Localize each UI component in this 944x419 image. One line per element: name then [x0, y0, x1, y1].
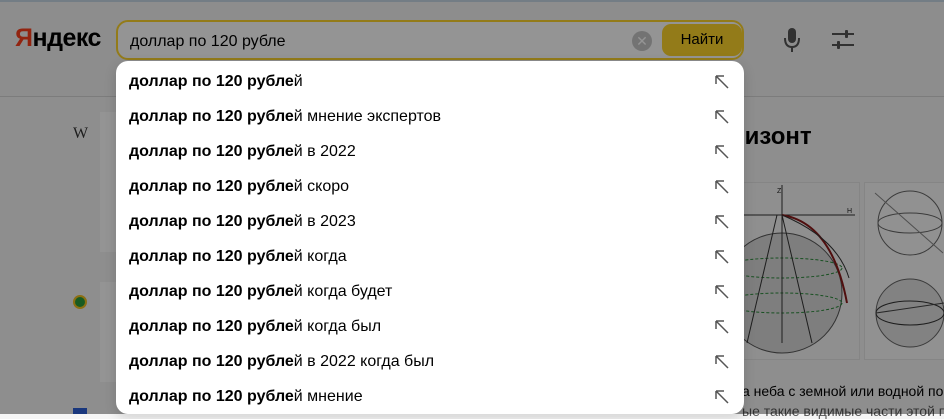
arrow-up-left-icon[interactable] [714, 214, 730, 230]
suggest-item[interactable]: доллар по 120 рублей когда был [116, 309, 744, 344]
suggest-item[interactable]: доллар по 120 рублей в 2022 [116, 134, 744, 169]
arrow-up-left-icon[interactable] [714, 319, 730, 335]
suggest-item-label: доллар по 120 рублей мнение [129, 388, 363, 405]
arrow-up-left-icon[interactable] [714, 249, 730, 265]
arrow-up-left-icon[interactable] [714, 179, 730, 195]
suggest-item-label: доллар по 120 рублей когда будет [129, 283, 393, 300]
suggest-item-label: доллар по 120 рублей в 2023 [129, 213, 356, 230]
arrow-up-left-icon[interactable] [714, 109, 730, 125]
suggest-item-label: доллар по 120 рублей когда [129, 248, 347, 265]
suggest-dropdown: доллар по 120 рублей доллар по 120 рубле… [116, 61, 744, 414]
suggest-item[interactable]: доллар по 120 рублей мнение экспертов [116, 99, 744, 134]
suggest-item-label: доллар по 120 рублей в 2022 [129, 143, 356, 160]
suggest-item[interactable]: доллар по 120 рублей скоро [116, 169, 744, 204]
arrow-up-left-icon[interactable] [714, 144, 730, 160]
suggest-item[interactable]: доллар по 120 рублей в 2022 когда был [116, 344, 744, 379]
arrow-up-left-icon[interactable] [714, 389, 730, 405]
suggest-item-label: доллар по 120 рублей мнение экспертов [129, 108, 442, 125]
suggest-item[interactable]: доллар по 120 рублей [116, 64, 744, 99]
arrow-up-left-icon[interactable] [714, 74, 730, 90]
suggest-item[interactable]: доллар по 120 рублей когда [116, 239, 744, 274]
arrow-up-left-icon[interactable] [714, 354, 730, 370]
arrow-up-left-icon[interactable] [714, 284, 730, 300]
suggest-item-label: доллар по 120 рублей скоро [129, 178, 350, 195]
suggest-item[interactable]: доллар по 120 рублей мнение [116, 379, 744, 414]
suggest-item[interactable]: доллар по 120 рублей когда будет [116, 274, 744, 309]
suggest-item-label: доллар по 120 рублей в 2022 когда был [129, 353, 435, 370]
suggest-item[interactable]: доллар по 120 рублей в 2023 [116, 204, 744, 239]
suggest-item-label: доллар по 120 рублей когда был [129, 318, 382, 335]
suggest-item-label: доллар по 120 рублей [129, 73, 303, 90]
